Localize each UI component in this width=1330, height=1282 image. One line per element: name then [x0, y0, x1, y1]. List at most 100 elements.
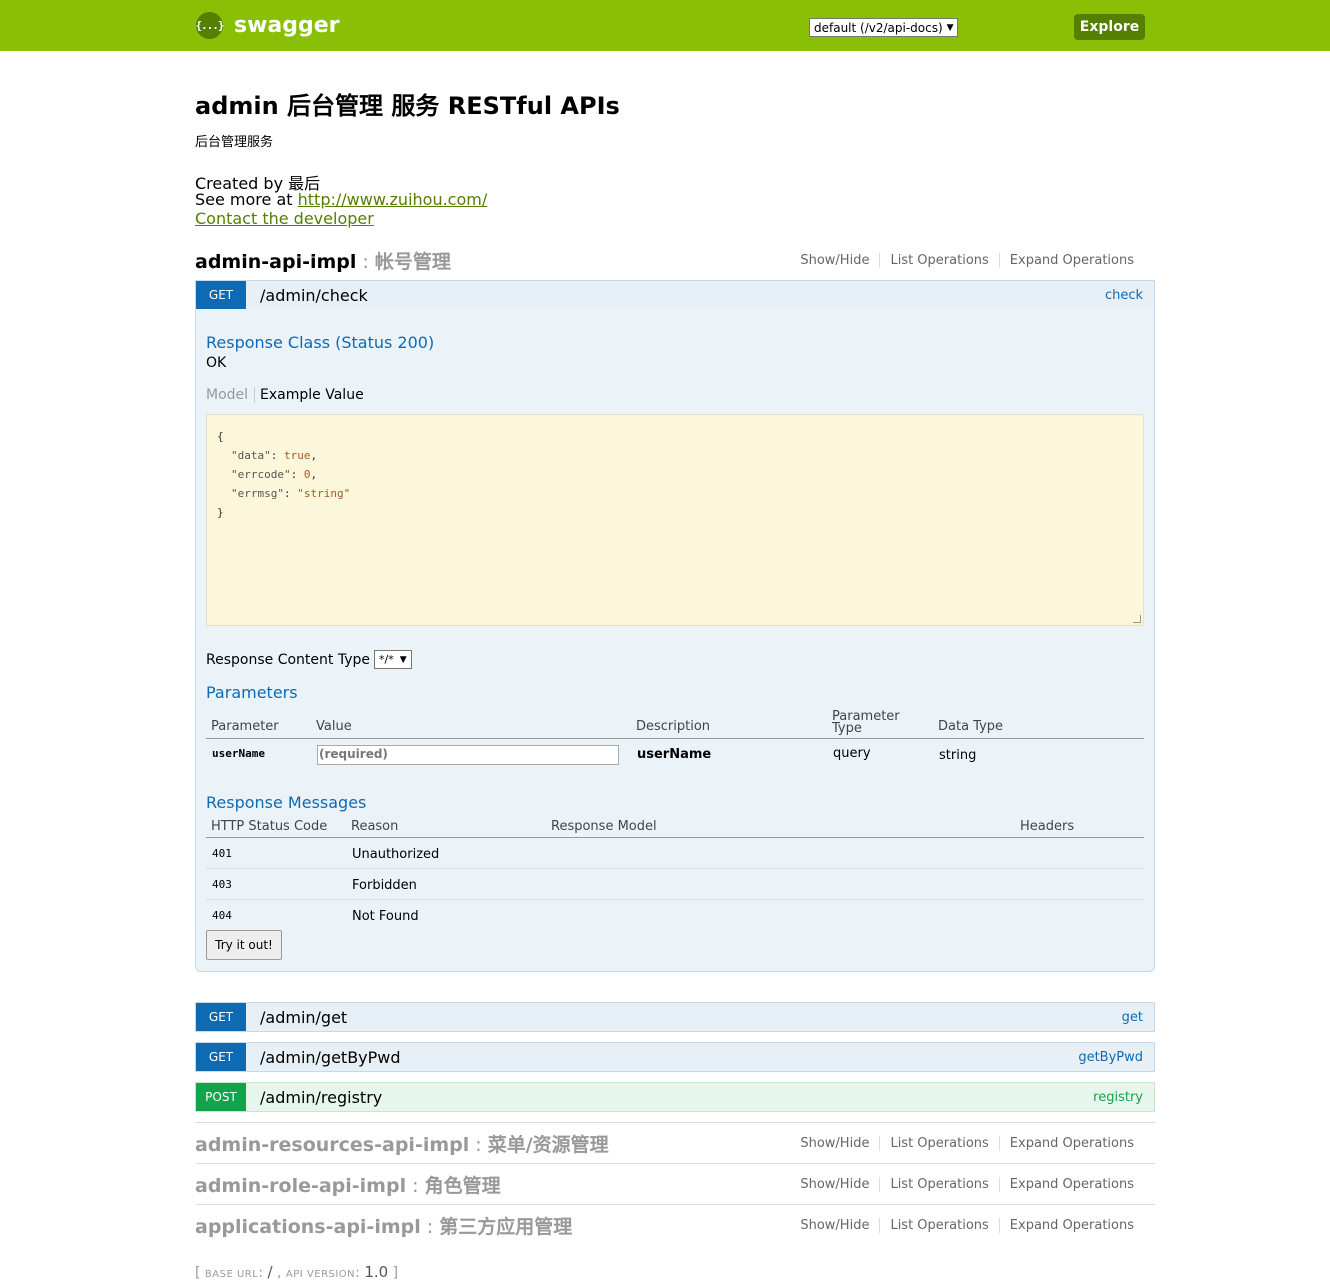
api-title: admin 后台管理 服务 RESTful APIs [195, 92, 620, 120]
response-content-type: Response Content Type */* ▼ [206, 650, 412, 669]
http-method-badge[interactable]: POST [196, 1083, 246, 1111]
json-key: "data" [231, 449, 271, 462]
operation-path[interactable]: /admin/get [260, 1008, 1122, 1027]
operation-detail-check: Response Class (Status 200) OK Model Exa… [195, 309, 1155, 972]
operation-path[interactable]: /admin/registry [260, 1088, 1093, 1107]
col-parameter-type-line2: Type [832, 721, 862, 736]
param-data-type: string [939, 748, 977, 763]
resource-description: 帐号管理 [374, 250, 451, 273]
operation-admin-registry[interactable]: POST /admin/registry registry [195, 1082, 1155, 1112]
spec-select[interactable]: default (/v2/api-docs) ▼ [809, 18, 958, 37]
response-messages-header: HTTP Status Code Reason Response Model H… [206, 816, 1144, 838]
operation-admin-check[interactable]: GET /admin/check check [195, 280, 1155, 310]
base-url-value: / [267, 1263, 273, 1281]
resource-name[interactable]: admin-role-api-impl [195, 1175, 406, 1197]
json-line: "errcode": 0, [231, 468, 318, 481]
resource-separator: : [420, 1215, 440, 1238]
parameters-table-header: Parameter Value Description Parameter Typ… [206, 707, 1144, 739]
resize-grip-icon[interactable] [1133, 615, 1141, 623]
list-operations-link[interactable]: List Operations [879, 252, 998, 268]
swagger-logo[interactable]: {...} swagger [195, 12, 340, 39]
see-more-link[interactable]: http://www.zuihou.com/ [298, 190, 488, 209]
col-response-model: Response Model [551, 819, 657, 834]
col-data-type: Data Type [938, 719, 1004, 734]
response-class-value: OK [206, 355, 227, 371]
resource-separator: : [406, 1174, 425, 1197]
username-input[interactable]: (required) [317, 745, 619, 765]
list-operations-link[interactable]: List Operations [879, 1217, 998, 1233]
operation-admin-get[interactable]: GET /admin/get get [195, 1002, 1155, 1032]
operation-nickname[interactable]: getByPwd [1078, 1050, 1154, 1065]
operation-admin-getbypwd[interactable]: GET /admin/getByPwd getByPwd [195, 1042, 1155, 1072]
show-hide-link[interactable]: Show/Hide [790, 1136, 879, 1151]
show-hide-link[interactable]: Show/Hide [790, 1177, 879, 1192]
resource-title[interactable]: applications-api-impl : 第三方应用管理 [195, 1212, 572, 1239]
json-value: "string" [297, 487, 351, 500]
operation-path[interactable]: /admin/check [260, 286, 1105, 305]
show-hide-link[interactable]: Show/Hide [790, 1218, 879, 1233]
tab-example-value[interactable]: Example Value [255, 387, 364, 403]
http-method-badge[interactable]: GET [196, 281, 246, 309]
try-it-out-button[interactable]: Try it out! [206, 930, 282, 960]
col-value: Value [316, 719, 352, 734]
http-method-badge[interactable]: GET [196, 1003, 246, 1031]
status-code: 404 [212, 909, 232, 922]
http-method-badge[interactable]: GET [196, 1043, 246, 1071]
resource-separator: : [469, 1133, 488, 1156]
model-tabs: Model Example Value [206, 387, 364, 403]
response-content-type-value: */* [378, 653, 394, 666]
resource-title[interactable]: admin-api-impl : 帐号管理 [195, 247, 451, 274]
dropdown-arrow-icon: ▼ [399, 654, 407, 665]
resource-title[interactable]: admin-role-api-impl : 角色管理 [195, 1171, 501, 1198]
col-headers: Headers [1020, 819, 1075, 834]
see-more-prefix: See more at [195, 190, 293, 209]
operation-nickname[interactable]: registry [1093, 1090, 1154, 1105]
api-version-value: 1.0 [364, 1263, 389, 1281]
swagger-logo-text: swagger [234, 13, 340, 38]
example-json-textarea[interactable]: { "data": true, "errcode": 0, "errmsg": … [206, 414, 1144, 626]
dropdown-arrow-icon: ▼ [946, 22, 954, 33]
col-parameter-type: Parameter Type [832, 710, 900, 736]
resource-title[interactable]: admin-resources-api-impl : 菜单/资源管理 [195, 1130, 609, 1157]
contact-developer-link[interactable]: Contact the developer [195, 209, 374, 229]
resource-header-admin-resources-api-impl: admin-resources-api-impl : 菜单/资源管理 Show/… [195, 1122, 1155, 1163]
json-value: 0 [303, 468, 311, 481]
resource-ops: Show/Hide List Operations Expand Operati… [790, 1217, 1155, 1233]
response-content-type-select[interactable]: */* ▼ [373, 650, 412, 669]
resource-name[interactable]: admin-api-impl [195, 251, 356, 273]
param-description: userName [637, 747, 712, 762]
status-reason: Unauthorized [352, 847, 440, 862]
json-close-brace: } [217, 506, 224, 519]
resource-header-admin-api-impl: admin-api-impl : 帐号管理 Show/Hide List Ope… [195, 245, 1155, 275]
expand-operations-link[interactable]: Expand Operations [998, 1135, 1144, 1151]
operation-nickname[interactable]: get [1122, 1010, 1154, 1025]
list-operations-link[interactable]: List Operations [879, 1176, 998, 1192]
base-url-label: base url [204, 1269, 259, 1280]
json-open-brace: { [217, 430, 224, 443]
parameters-title: Parameters [206, 683, 298, 702]
status-reason: Not Found [352, 909, 419, 924]
top-bar: {...} swagger default (/v2/api-docs) ▼ E… [0, 0, 1330, 51]
resource-header-admin-role-api-impl: admin-role-api-impl : 角色管理 Show/Hide Lis… [195, 1163, 1155, 1204]
expand-operations-link[interactable]: Expand Operations [998, 252, 1144, 268]
expand-operations-link[interactable]: Expand Operations [998, 1176, 1144, 1192]
list-operations-link[interactable]: List Operations [879, 1135, 998, 1151]
operation-path[interactable]: /admin/getByPwd [260, 1048, 1078, 1067]
status-code: 401 [212, 847, 232, 860]
resource-name[interactable]: admin-resources-api-impl [195, 1134, 469, 1156]
operation-nickname[interactable]: check [1105, 288, 1154, 303]
response-content-type-label: Response Content Type [206, 651, 370, 668]
api-version-label: api version [285, 1269, 356, 1280]
explore-button[interactable]: Explore [1074, 14, 1145, 40]
json-value: true [284, 449, 311, 462]
resource-name[interactable]: applications-api-impl [195, 1216, 421, 1238]
col-reason: Reason [351, 819, 399, 834]
api-info: admin 后台管理 服务 RESTful APIs 后台管理服务 Create… [195, 86, 1155, 229]
expand-operations-link[interactable]: Expand Operations [998, 1217, 1144, 1233]
show-hide-link[interactable]: Show/Hide [790, 253, 879, 268]
col-parameter: Parameter [211, 719, 279, 734]
resource-header-applications-api-impl: applications-api-impl : 第三方应用管理 Show/Hid… [195, 1204, 1155, 1245]
tab-model[interactable]: Model [206, 387, 256, 403]
json-line: "errmsg": "string" [231, 487, 351, 500]
param-name: userName [212, 747, 265, 760]
